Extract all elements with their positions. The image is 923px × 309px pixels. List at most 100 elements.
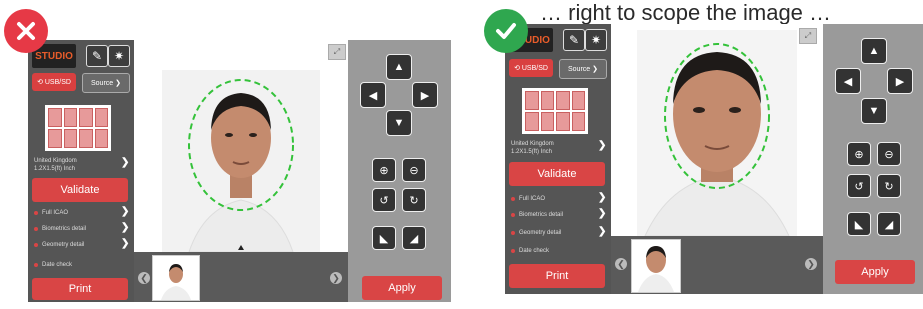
tilt-right-button[interactable]: ◢: [877, 212, 901, 236]
check-geometry[interactable]: Geometry detail: [34, 242, 84, 248]
good-example-panel: STUDIO ✎ ✷ ⟲ USB/SD Source ❯ United King…: [505, 24, 923, 294]
arrow-up-icon: ▲: [868, 45, 880, 57]
source-button[interactable]: Source ❯: [559, 59, 607, 79]
control-sidebar: STUDIO ✎ ✷ ⟲ USB/SD Source ❯ United King…: [505, 24, 611, 294]
arrow-down-icon: ▼: [393, 117, 405, 129]
validate-button[interactable]: Validate: [32, 178, 128, 202]
bad-example-badge: [4, 9, 48, 53]
zoom-out-button[interactable]: ⊖: [402, 158, 426, 182]
control-sidebar: STUDIO ✎ ✷ ⟲ USB/SD Source ❯ United King…: [28, 40, 134, 302]
thumbnail-strip: ❮ ❯: [134, 252, 348, 302]
check-biometrics[interactable]: Biometrics detail: [511, 212, 563, 218]
zoom-out-icon: ⊖: [884, 148, 894, 161]
tilt-right-button[interactable]: ◢: [402, 226, 426, 250]
portrait-photo: [637, 30, 797, 236]
rotate-left-button[interactable]: ↺: [372, 188, 396, 212]
check-full-icao[interactable]: Full ICAO: [34, 210, 68, 216]
rotate-left-icon: ↺: [854, 180, 864, 193]
pan-left-button[interactable]: ◀: [360, 82, 386, 108]
prev-thumb-icon[interactable]: ❮: [138, 272, 150, 284]
pan-down-button[interactable]: ▼: [386, 110, 412, 136]
thumbnail[interactable]: [631, 239, 681, 293]
arrow-left-icon: ◀: [368, 89, 378, 102]
brightness-button[interactable]: ✷: [108, 45, 130, 67]
usb-icon: ⟲: [514, 65, 522, 72]
source-button[interactable]: Source ❯: [82, 73, 130, 93]
check-biometrics[interactable]: Biometrics detail: [34, 226, 86, 232]
pan-down-button[interactable]: ▼: [861, 98, 887, 124]
good-example-badge: [484, 9, 528, 53]
print-button[interactable]: Print: [509, 264, 605, 288]
tilt-left-button[interactable]: ◣: [372, 226, 396, 250]
photo-canvas[interactable]: ⤢: [611, 24, 823, 236]
zoom-in-icon: ⊕: [854, 148, 864, 161]
zoom-out-button[interactable]: ⊖: [877, 142, 901, 166]
zoom-in-icon: ⊕: [379, 164, 389, 177]
photo-canvas[interactable]: ⤢: [134, 40, 348, 252]
check-mark-icon: [496, 23, 516, 39]
pencil-button[interactable]: ✎: [86, 45, 108, 67]
check-full-icao[interactable]: Full ICAO: [511, 196, 545, 202]
fit-frame-icon[interactable]: ⤢: [799, 28, 817, 44]
headline-text: … right to scope the image …: [540, 0, 832, 25]
chevron-right-icon: ❯: [598, 208, 607, 219]
chevron-right-icon: ❯: [121, 157, 130, 168]
pan-left-button[interactable]: ◀: [835, 68, 861, 94]
country-selector[interactable]: United Kingdom 1.2X1.5(ft) Inch: [511, 140, 554, 156]
chevron-right-icon: ❯: [598, 192, 607, 203]
adjustment-panel: ▲ ◀ ▶ ▼ ⊕ ⊖ ↺ ↻ ◣ ◢ Apply: [823, 24, 923, 294]
tilt-right-icon: ◢: [409, 232, 419, 245]
arrow-down-icon: ▼: [868, 105, 880, 117]
pan-right-button[interactable]: ▶: [412, 82, 438, 108]
rotate-left-icon: ↺: [379, 194, 389, 207]
thumbnail[interactable]: [152, 255, 200, 301]
print-sheet-preview[interactable]: [45, 105, 111, 151]
prev-thumb-icon[interactable]: ❮: [615, 258, 627, 270]
check-date[interactable]: Date check: [511, 248, 549, 254]
usb-sd-button[interactable]: ⟲ USB/SD: [509, 59, 553, 77]
validate-button[interactable]: Validate: [509, 162, 605, 186]
zoom-in-button[interactable]: ⊕: [847, 142, 871, 166]
thumbnail-portrait: [638, 246, 674, 292]
arrow-up-icon: ▲: [393, 61, 405, 73]
rotate-right-button[interactable]: ↻: [877, 174, 901, 198]
usb-icon: ⟲: [37, 79, 45, 86]
rotate-left-button[interactable]: ↺: [847, 174, 871, 198]
pencil-button[interactable]: ✎: [563, 29, 585, 51]
rotate-right-icon: ↻: [409, 194, 419, 207]
tilt-left-icon: ◣: [854, 218, 864, 231]
print-button[interactable]: Print: [32, 278, 128, 300]
next-thumb-icon[interactable]: ❯: [330, 272, 342, 284]
chevron-right-icon: ❯: [121, 206, 130, 217]
chevron-right-icon: ❯: [598, 140, 607, 151]
bad-example-panel: STUDIO ✎ ✷ ⟲ USB/SD Source ❯ United King…: [28, 40, 451, 302]
thumbnail-strip: ❮ ❯: [611, 236, 823, 294]
thumbnail-portrait: [161, 264, 191, 300]
country-selector[interactable]: United Kingdom 1.2X1.5(ft) Inch: [34, 157, 77, 173]
chevron-right-icon: ❯: [121, 238, 130, 249]
tilt-left-icon: ◣: [379, 232, 389, 245]
portrait-photo: [162, 70, 320, 252]
apply-button[interactable]: Apply: [362, 276, 442, 300]
zoom-in-button[interactable]: ⊕: [372, 158, 396, 182]
x-mark-icon: [17, 22, 35, 40]
check-date[interactable]: Date check: [34, 262, 72, 268]
tilt-right-icon: ◢: [884, 218, 894, 231]
pan-up-button[interactable]: ▲: [386, 54, 412, 80]
rotate-right-icon: ↻: [884, 180, 894, 193]
print-sheet-preview[interactable]: [522, 88, 588, 134]
tilt-left-button[interactable]: ◣: [847, 212, 871, 236]
check-geometry[interactable]: Geometry detail: [511, 230, 561, 236]
fit-frame-icon[interactable]: ⤢: [328, 44, 346, 60]
usb-sd-button[interactable]: ⟲ USB/SD: [32, 73, 76, 91]
brightness-button[interactable]: ✷: [585, 29, 607, 51]
rotate-right-button[interactable]: ↻: [402, 188, 426, 212]
apply-button[interactable]: Apply: [835, 260, 915, 284]
zoom-out-icon: ⊖: [409, 164, 419, 177]
arrow-left-icon: ◀: [843, 75, 853, 88]
chevron-right-icon: ❯: [598, 226, 607, 237]
arrow-right-icon: ▶: [895, 75, 905, 88]
pan-up-button[interactable]: ▲: [861, 38, 887, 64]
next-thumb-icon[interactable]: ❯: [805, 258, 817, 270]
pan-right-button[interactable]: ▶: [887, 68, 913, 94]
